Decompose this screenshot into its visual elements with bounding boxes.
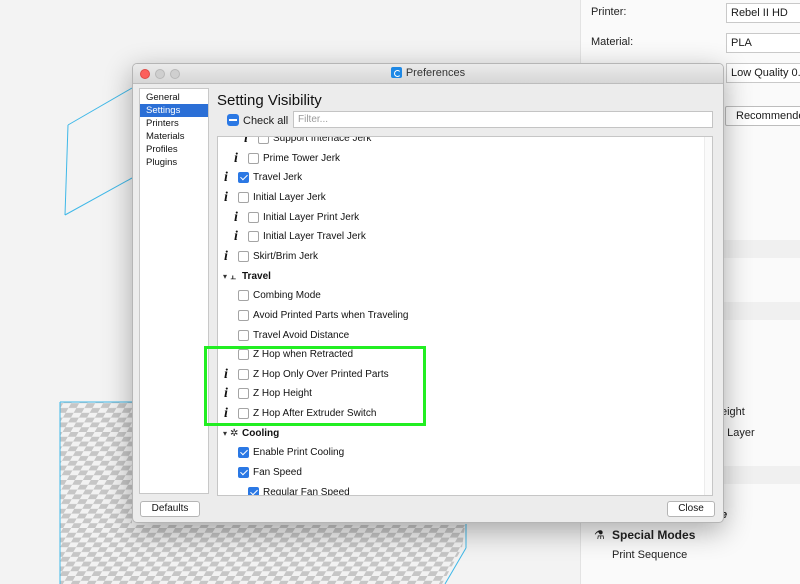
setting-row: i Initial Layer Travel Jerk [218,228,698,246]
setting-label: Support Interface Jerk [273,136,372,144]
preferences-nav: General Settings Printers Materials Profiles… [139,88,209,494]
nav-item-general[interactable]: General [140,91,208,104]
category-cooling[interactable]: ▾ ✲ Cooling [218,425,698,443]
preferences-dialog: Preferences General Settings Printers Mater… [132,63,724,523]
setting-label: Travel Jerk [253,172,303,184]
setting-checkbox[interactable] [248,152,259,164]
nav-item-settings[interactable]: Settings [140,104,208,117]
setting-row: Combing Mode [218,287,698,305]
dialog-title-wrap: Preferences [133,67,723,79]
info-icon[interactable]: i [234,228,244,246]
chevron-down-icon[interactable]: ▾ [223,425,227,443]
setting-row: Regular Fan Speed [218,484,698,496]
setting-label: Fan Speed [253,467,302,479]
setting-checkbox[interactable] [238,250,249,262]
setting-label: Initial Layer Print Jerk [263,211,360,223]
setting-row: i Initial Layer Jerk [218,189,698,207]
highlight-box [204,346,426,426]
info-icon[interactable]: i [244,137,254,148]
nav-item-printers[interactable]: Printers [140,117,208,130]
setting-label: Enable Print Cooling [253,447,345,459]
special-modes-icon: ⚗ [594,528,605,542]
fan-icon: ✲ [230,427,239,439]
printer-label: Printer: [591,6,627,18]
setting-row: Avoid Printed Parts when Traveling [218,307,698,325]
setting-checkbox[interactable] [238,467,249,479]
setting-label: Travel Avoid Distance [253,329,350,341]
setting-row: i Support Interface Jerk [218,136,698,148]
setting-label: Avoid Printed Parts when Traveling [253,309,409,321]
setting-label: Regular Fan Speed [263,486,350,496]
info-icon[interactable]: i [224,248,234,266]
material-select[interactable]: PLA [726,33,800,53]
partial-setting-label: t Layer [721,427,755,439]
info-icon[interactable]: i [224,189,234,207]
nav-item-plugins[interactable]: Plugins [140,156,208,169]
setting-row: Travel Avoid Distance [218,327,698,345]
list-scrollbar[interactable] [704,137,712,495]
close-button[interactable]: Close [667,501,715,517]
setting-checkbox[interactable] [238,191,249,203]
category-travel[interactable]: ▾ ⫠ Travel [218,268,698,286]
printer-select[interactable]: Rebel II HD [726,3,800,23]
travel-icon: ⫠ [230,270,237,282]
setting-row: i Prime Tower Jerk [218,150,698,168]
setting-checkbox[interactable] [238,290,249,302]
material-label: Material: [591,36,634,48]
setting-checkbox[interactable] [238,309,249,321]
setting-label: Combing Mode [253,290,321,302]
info-icon[interactable]: i [234,209,244,227]
dialog-title: Preferences [405,67,466,79]
info-icon[interactable]: i [224,169,234,187]
setting-checkbox[interactable] [238,447,249,459]
info-icon[interactable]: i [234,150,244,168]
category-label: Travel [242,270,271,282]
setting-checkbox[interactable] [248,211,259,223]
chevron-down-icon[interactable]: ▾ [223,268,227,286]
setting-row: Fan Speed [218,464,698,482]
setting-row: i Skirt/Brim Jerk [218,248,698,266]
setting-row: i Initial Layer Print Jerk [218,209,698,227]
check-all-checkbox[interactable] [227,114,239,126]
nav-item-profiles[interactable]: Profiles [140,143,208,156]
check-all-label: Check all [243,115,289,127]
setting-label: Initial Layer Travel Jerk [263,231,366,243]
setting-label: Skirt/Brim Jerk [253,250,318,262]
page-title: Setting Visibility [217,92,322,109]
cura-app-icon [390,67,402,78]
partial-setting-label: eight [721,406,745,418]
recommended-tab[interactable]: Recommended [725,106,800,126]
setting-checkbox[interactable] [258,137,269,144]
check-all-toggle[interactable]: Check all [227,114,288,128]
setting-label: Prime Tower Jerk [263,152,341,164]
dialog-titlebar[interactable]: Preferences [133,64,723,84]
nav-item-materials[interactable]: Materials [140,130,208,143]
defaults-button[interactable]: Defaults [140,501,200,517]
special-modes-category[interactable]: Special Modes [612,528,695,542]
quality-profile-select[interactable]: Low Quality 0.2 [726,63,800,83]
setting-checkbox[interactable] [238,329,249,341]
setting-label: Initial Layer Jerk [253,191,326,203]
setting-checkbox[interactable] [238,172,249,184]
setting-row: i Travel Jerk [218,169,698,187]
settings-visibility-list: i Support Interface Jerk i Prime Tower Jerk… [217,136,713,496]
setting-checkbox[interactable] [248,231,259,243]
print-sequence-label: Print Sequence [612,549,688,561]
setting-checkbox[interactable] [248,486,259,495]
setting-row: Enable Print Cooling [218,444,698,462]
category-label: Cooling [242,427,280,439]
filter-input[interactable] [293,111,713,128]
